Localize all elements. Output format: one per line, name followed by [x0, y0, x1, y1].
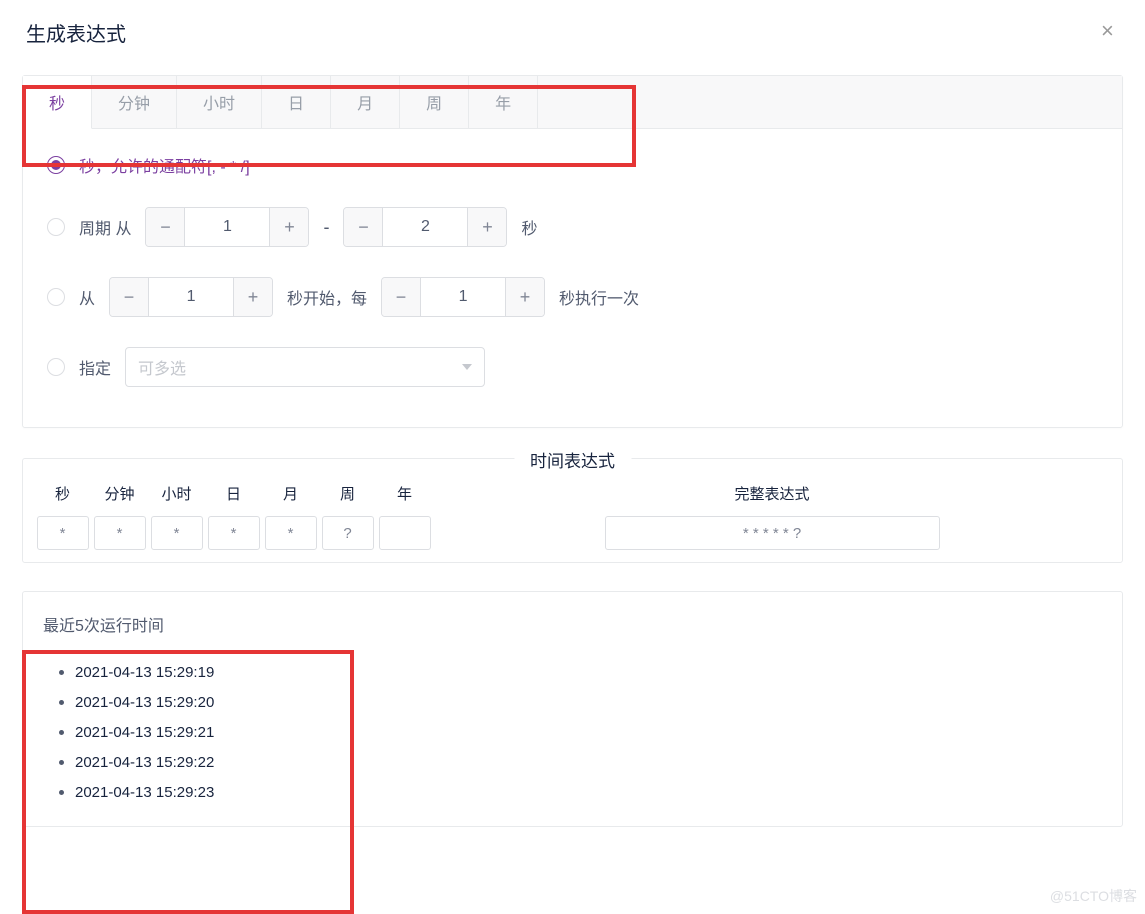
- col-header-day: 日: [206, 475, 261, 516]
- expr-sec-input[interactable]: [37, 516, 89, 550]
- col-header-hour: 小时: [149, 475, 204, 516]
- tab-seconds[interactable]: 秒: [23, 76, 92, 129]
- dialog-title: 生成表达式: [26, 18, 126, 47]
- cycle-from-input[interactable]: [184, 208, 270, 246]
- expr-full-input[interactable]: [605, 516, 940, 550]
- tab-hours[interactable]: 小时: [177, 76, 262, 128]
- expr-month-input[interactable]: [265, 516, 317, 550]
- every-prefix: 从: [79, 285, 95, 309]
- minus-icon[interactable]: −: [382, 278, 420, 316]
- chevron-down-icon: [462, 364, 472, 370]
- every-interval-input[interactable]: [420, 278, 506, 316]
- col-header-week: 周: [320, 475, 375, 516]
- list-item: 2021-04-13 15:29:21: [75, 718, 1102, 748]
- cycle-suffix: 秒: [521, 215, 537, 239]
- every-interval-stepper: − +: [381, 277, 545, 317]
- radio-every[interactable]: [47, 288, 65, 306]
- specify-select[interactable]: 可多选: [125, 347, 485, 387]
- list-item: 2021-04-13 15:29:19: [75, 658, 1102, 688]
- radio-wildcard[interactable]: [47, 156, 65, 174]
- col-header-month: 月: [263, 475, 318, 516]
- close-icon[interactable]: ×: [1101, 24, 1119, 42]
- tab-day[interactable]: 日: [262, 76, 331, 128]
- every-start-stepper: − +: [109, 277, 273, 317]
- radio-specify[interactable]: [47, 358, 65, 376]
- specify-placeholder: 可多选: [138, 355, 186, 379]
- cycle-prefix: 周期 从: [79, 215, 131, 239]
- list-item: 2021-04-13 15:29:22: [75, 748, 1102, 778]
- list-item: 2021-04-13 15:29:20: [75, 688, 1102, 718]
- expression-legend: 时间表达式: [514, 447, 631, 472]
- watermark: @51CTO博客: [1050, 886, 1137, 906]
- plus-icon[interactable]: +: [468, 208, 506, 246]
- every-start-input[interactable]: [148, 278, 234, 316]
- tabs: 秒 分钟 小时 日 月 周 年: [23, 76, 1122, 129]
- minus-icon[interactable]: −: [344, 208, 382, 246]
- cycle-to-input[interactable]: [382, 208, 468, 246]
- tab-year[interactable]: 年: [469, 76, 538, 128]
- expr-year-input[interactable]: [379, 516, 431, 550]
- radio-cycle[interactable]: [47, 218, 65, 236]
- recent-title: 最近5次运行时间: [43, 612, 1102, 636]
- every-suffix: 秒执行一次: [559, 285, 639, 309]
- plus-icon[interactable]: +: [234, 278, 272, 316]
- expr-week-input[interactable]: [322, 516, 374, 550]
- col-header-min: 分钟: [92, 475, 147, 516]
- list-item: 2021-04-13 15:29:23: [75, 778, 1102, 808]
- specify-label: 指定: [79, 355, 111, 379]
- radio-wildcard-label: 秒，允许的通配符[, - * /]: [79, 153, 250, 177]
- expr-min-input[interactable]: [94, 516, 146, 550]
- col-header-year: 年: [377, 475, 432, 516]
- expr-hour-input[interactable]: [151, 516, 203, 550]
- cycle-dash: -: [323, 217, 329, 238]
- col-header-full: 完整表达式: [434, 475, 1110, 516]
- tab-week[interactable]: 周: [400, 76, 469, 128]
- plus-icon[interactable]: +: [270, 208, 308, 246]
- tab-minutes[interactable]: 分钟: [92, 76, 177, 128]
- tab-month[interactable]: 月: [331, 76, 400, 128]
- col-header-sec: 秒: [35, 475, 90, 516]
- expr-day-input[interactable]: [208, 516, 260, 550]
- minus-icon[interactable]: −: [146, 208, 184, 246]
- every-middle: 秒开始，每: [287, 285, 367, 309]
- cycle-to-stepper: − +: [343, 207, 507, 247]
- minus-icon[interactable]: −: [110, 278, 148, 316]
- plus-icon[interactable]: +: [506, 278, 544, 316]
- cycle-from-stepper: − +: [145, 207, 309, 247]
